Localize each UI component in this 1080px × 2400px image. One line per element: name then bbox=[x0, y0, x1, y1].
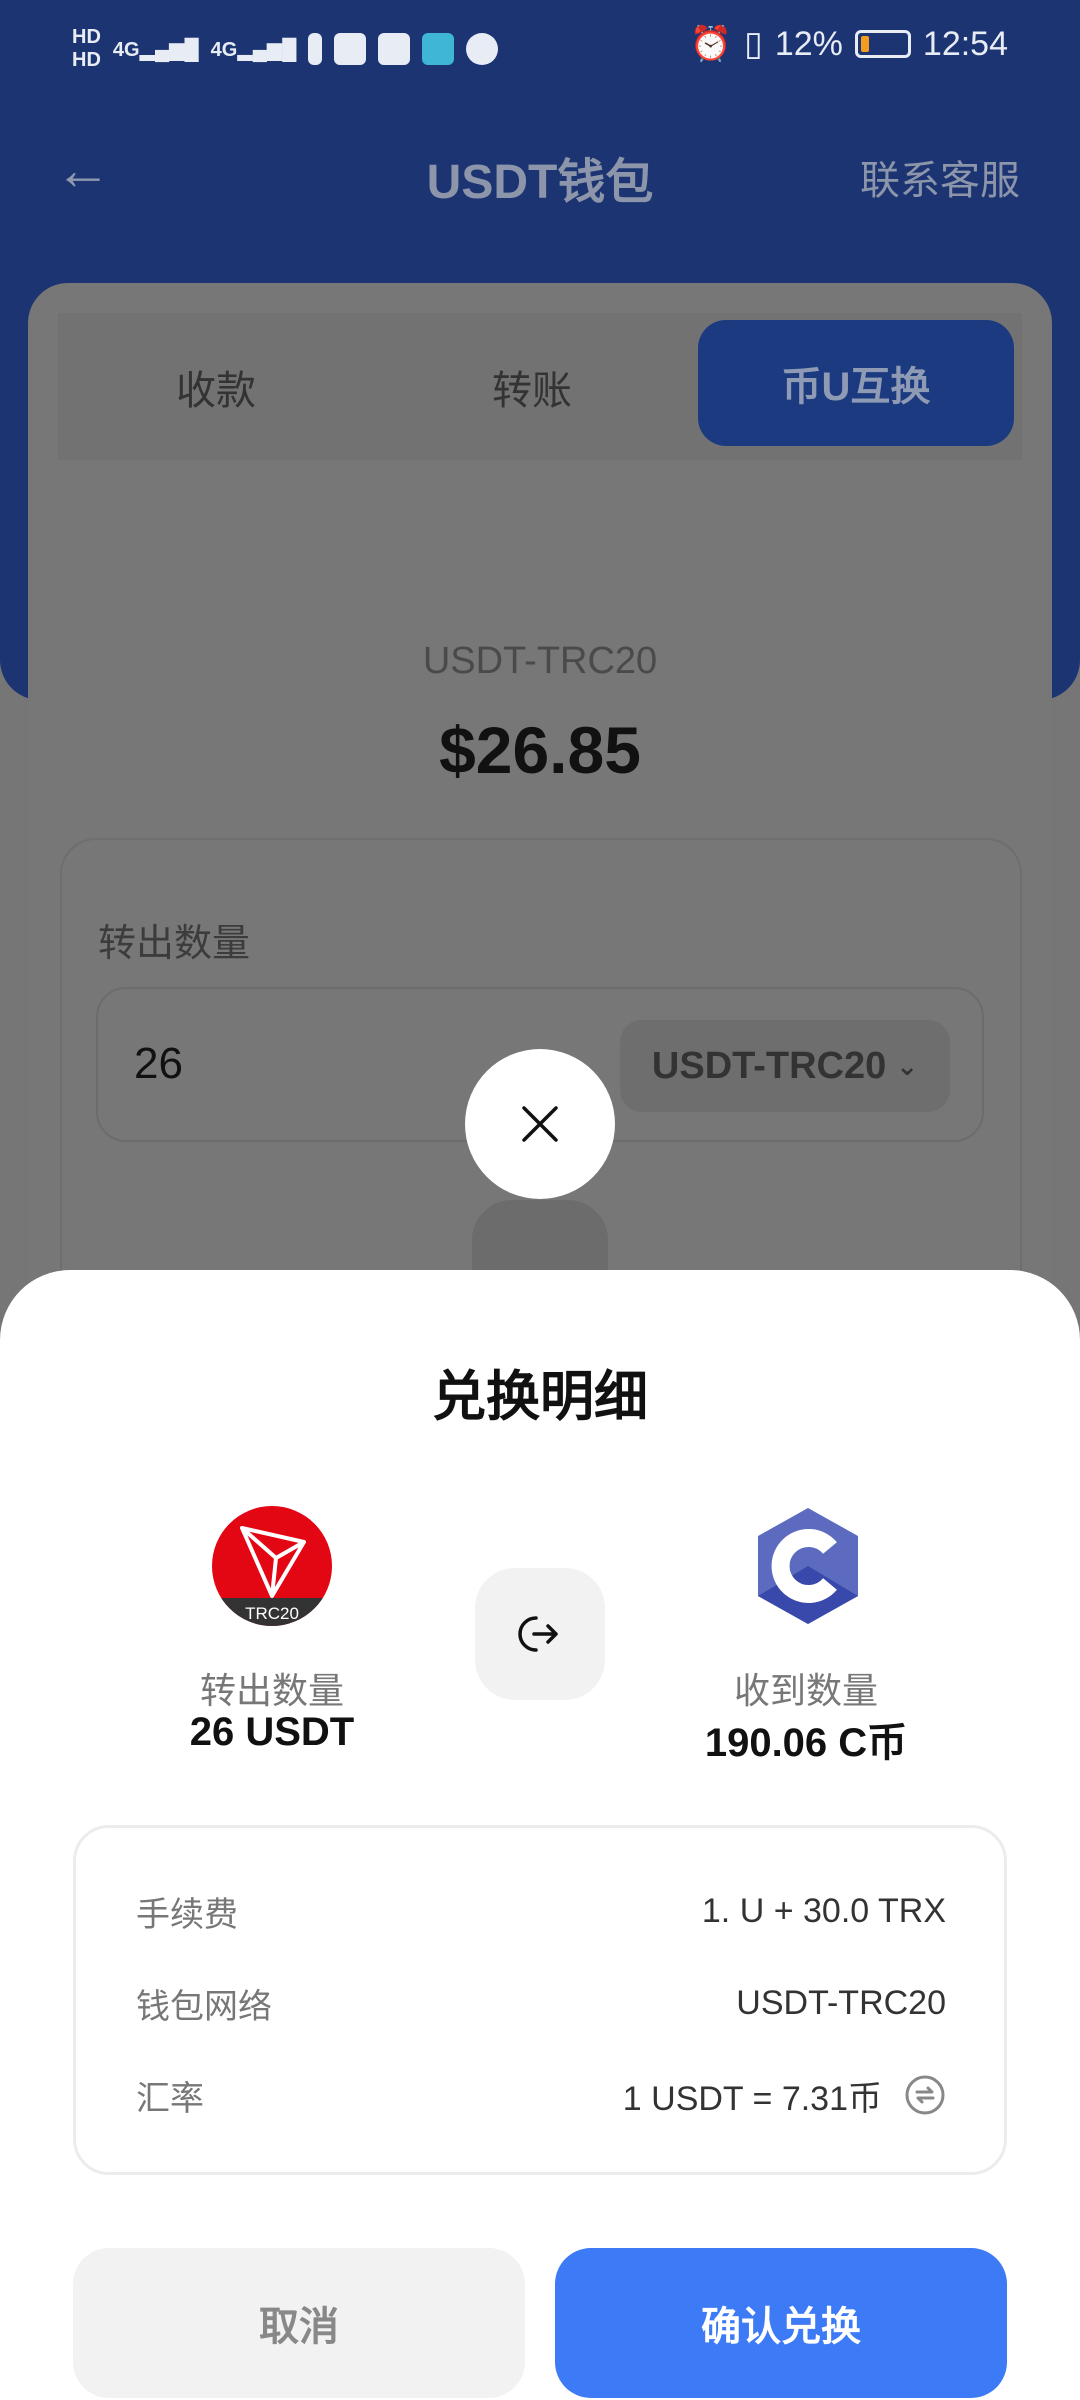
close-icon bbox=[522, 1106, 558, 1142]
token-select[interactable]: USDT-TRC20 ⌄ bbox=[620, 1020, 950, 1112]
sheet-title: 兑换明细 bbox=[432, 1367, 648, 1427]
hd-icon: HD HD bbox=[72, 26, 101, 71]
battery-percent: 12% bbox=[774, 24, 843, 63]
svg-text:TRC20: TRC20 bbox=[245, 1604, 299, 1623]
to-value: 190.06 C币 bbox=[704, 1721, 908, 1765]
rate-row: 汇率 1 USDT = 7.31币 bbox=[136, 2070, 946, 2120]
network-value: USDT-TRC20 bbox=[736, 1983, 946, 2022]
image-warning-icon bbox=[378, 33, 411, 65]
refresh-rate-icon[interactable] bbox=[904, 2074, 946, 2116]
balance-amount: $26.85 bbox=[439, 713, 641, 787]
fee-label: 手续费 bbox=[136, 1895, 238, 1934]
exit-arrow-icon bbox=[518, 1616, 558, 1652]
c-app-icon bbox=[334, 33, 367, 65]
details-card: 手续费 1. U + 30.0 TRX 钱包网络 USDT-TRC20 汇率 1… bbox=[73, 1825, 1007, 2175]
tab-transfer[interactable]: 转账 bbox=[374, 313, 690, 460]
rate-value: 1 USDT = 7.31币 bbox=[622, 2079, 882, 2118]
c-coin-logo-icon bbox=[758, 1508, 858, 1624]
tab-bar: 收款 转账 币U互换 bbox=[58, 313, 1022, 460]
tab-swap[interactable]: 币U互换 bbox=[698, 320, 1014, 446]
network-label: 钱包网络 bbox=[136, 1987, 272, 2026]
amount-value[interactable]: 26 bbox=[134, 1039, 183, 1089]
signal-icon: 4G▂▄▆█ bbox=[112, 38, 199, 61]
alarm-icon: ⏰ bbox=[689, 25, 733, 63]
book-app-icon bbox=[422, 33, 455, 65]
out-amount-label: 转出数量 bbox=[98, 923, 251, 965]
chat-icon bbox=[466, 33, 499, 65]
to-label: 收到数量 bbox=[733, 1670, 878, 1711]
balance-network: USDT-TRC20 bbox=[422, 640, 658, 682]
from-value: 26 USDT bbox=[189, 1710, 355, 1754]
trc20-logo-icon: TRC20 bbox=[212, 1506, 332, 1626]
status-bar: HD HD 4G▂▄▆█ 4G▂▄▆█ ⏰ ▯ 12% 12:54 bbox=[0, 0, 1080, 95]
chevron-down-icon: ⌄ bbox=[896, 1050, 919, 1081]
signal-icon: 4G▂▄▆█ bbox=[210, 38, 297, 61]
from-label: 转出数量 bbox=[199, 1670, 344, 1711]
token-select-value: USDT-TRC20 bbox=[651, 1044, 887, 1087]
close-button[interactable] bbox=[465, 1049, 615, 1199]
clock: 12:54 bbox=[922, 24, 1008, 63]
vibrate-icon: ▯ bbox=[744, 25, 763, 63]
network-row: 钱包网络 USDT-TRC20 bbox=[136, 1978, 946, 2028]
cancel-button[interactable]: 取消 bbox=[73, 2248, 525, 2398]
fee-row: 手续费 1. U + 30.0 TRX bbox=[136, 1886, 946, 1936]
watermark: 卡 bbox=[1034, 2367, 1054, 2389]
confirm-swap-button[interactable]: 确认兑换 bbox=[555, 2248, 1007, 2398]
alert-icon bbox=[308, 33, 323, 65]
rate-label: 汇率 bbox=[136, 2079, 204, 2118]
fee-value: 1. U + 30.0 TRX bbox=[701, 1891, 946, 1930]
battery-icon bbox=[854, 30, 911, 58]
tab-receive[interactable]: 收款 bbox=[58, 313, 374, 460]
swap-arrow-box bbox=[475, 1568, 605, 1700]
contact-support-link[interactable]: 联系客服 bbox=[860, 148, 1020, 206]
